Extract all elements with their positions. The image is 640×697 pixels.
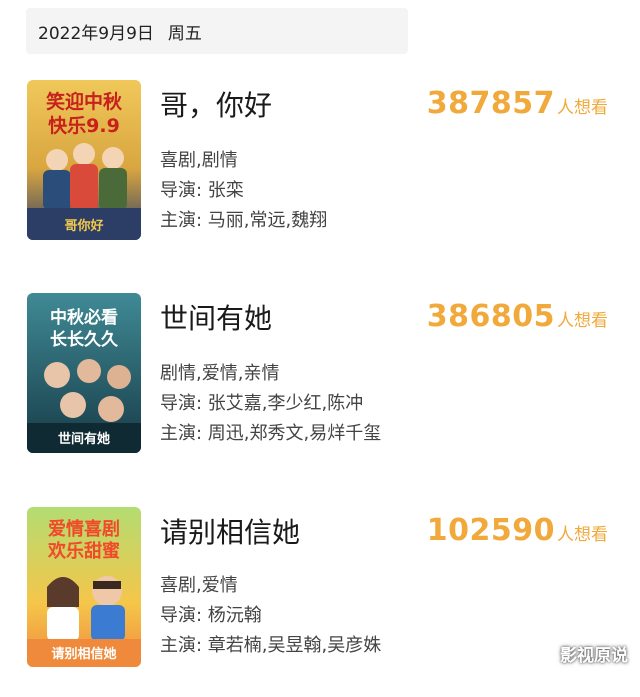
- want-count: 386805: [426, 299, 555, 334]
- movie-director: 导演: 张艾嘉,李少红,陈冲: [160, 393, 364, 414]
- watermark: 影视原说: [560, 646, 628, 666]
- cast-value: 马丽,常远,魏翔: [207, 210, 328, 231]
- movie-director: 导演: 张栾: [160, 180, 244, 201]
- poster-image: 爱情喜剧 欢乐甜蜜 请别相信她: [27, 507, 141, 667]
- cast-value: 章若楠,吴昱翰,吴彦姝: [207, 635, 382, 656]
- want-count: 387857: [426, 86, 555, 121]
- movie-poster[interactable]: 笑迎中秋 快乐9.9 哥你好: [27, 80, 141, 240]
- movie-title[interactable]: 请别相信她: [160, 511, 300, 551]
- cast-value: 周迅,郑秀文,易烊千玺: [207, 423, 382, 444]
- poster-image: 中秋必看 长长久久 世间有她: [27, 293, 141, 453]
- want-to-see: 387857 人想看: [427, 86, 608, 121]
- poster-logo: 哥你好: [64, 218, 103, 234]
- want-label: 人想看: [557, 525, 608, 545]
- poster-slogan-1: 爱情喜剧: [48, 519, 120, 540]
- movie-director: 导演: 杨沅翰: [160, 605, 262, 626]
- cast-label: 主演: [160, 423, 196, 444]
- poster-slogan-2: 快乐9.9: [48, 114, 120, 137]
- want-to-see: 386805 人想看: [427, 299, 608, 334]
- want-label: 人想看: [557, 98, 608, 118]
- want-count: 102590: [426, 513, 555, 548]
- cast-label: 主演: [160, 210, 196, 231]
- movie-item[interactable]: 爱情喜剧 欢乐甜蜜 请别相信她 请别相信她 102590 人想看 喜剧,爱情 导…: [0, 507, 640, 697]
- movie-poster[interactable]: 爱情喜剧 欢乐甜蜜 请别相信她: [27, 507, 141, 667]
- movie-cast: 主演: 章若楠,吴昱翰,吴彦姝: [160, 635, 382, 656]
- director-label: 导演: [160, 605, 196, 626]
- director-label: 导演: [160, 180, 196, 201]
- poster-logo: 请别相信她: [51, 646, 116, 662]
- date-text: 2022年9月9日: [38, 23, 154, 44]
- movie-title[interactable]: 世间有她: [160, 297, 272, 337]
- poster-image: 笑迎中秋 快乐9.9 哥你好: [27, 80, 141, 240]
- poster-slogan-1: 笑迎中秋: [46, 90, 123, 113]
- weekday-text: 周五: [167, 23, 202, 44]
- poster-slogan-1: 中秋必看: [50, 307, 118, 328]
- movie-title[interactable]: 哥，你好: [160, 84, 272, 124]
- director-label: 导演: [160, 393, 196, 414]
- movie-item[interactable]: 笑迎中秋 快乐9.9 哥你好 哥，你好 387857 人想看 喜剧,剧情 导演:…: [0, 80, 640, 270]
- movie-cast: 主演: 周迅,郑秀文,易烊千玺: [160, 423, 382, 444]
- director-value: 张栾: [207, 180, 244, 201]
- poster-logo: 世间有她: [58, 431, 110, 447]
- cast-label: 主演: [160, 635, 196, 656]
- director-value: 张艾嘉,李少红,陈冲: [207, 393, 364, 414]
- poster-slogan-2: 欢乐甜蜜: [47, 540, 120, 562]
- movie-poster[interactable]: 中秋必看 长长久久 世间有她: [27, 293, 141, 453]
- movie-item[interactable]: 中秋必看 长长久久 世间有她 世间有她 386805 人想看 剧情,爱情,亲情 …: [0, 293, 640, 483]
- movie-cast: 主演: 马丽,常远,魏翔: [160, 210, 328, 231]
- movie-genres: 喜剧,爱情: [160, 575, 238, 596]
- director-value: 杨沅翰: [207, 605, 262, 626]
- movie-genres: 喜剧,剧情: [160, 150, 238, 171]
- movie-genres: 剧情,爱情,亲情: [160, 363, 280, 384]
- want-to-see: 102590 人想看: [427, 513, 608, 548]
- poster-slogan-2: 长长久久: [50, 329, 118, 350]
- want-label: 人想看: [557, 311, 608, 331]
- date-header: 2022年9月9日 周五: [26, 8, 408, 54]
